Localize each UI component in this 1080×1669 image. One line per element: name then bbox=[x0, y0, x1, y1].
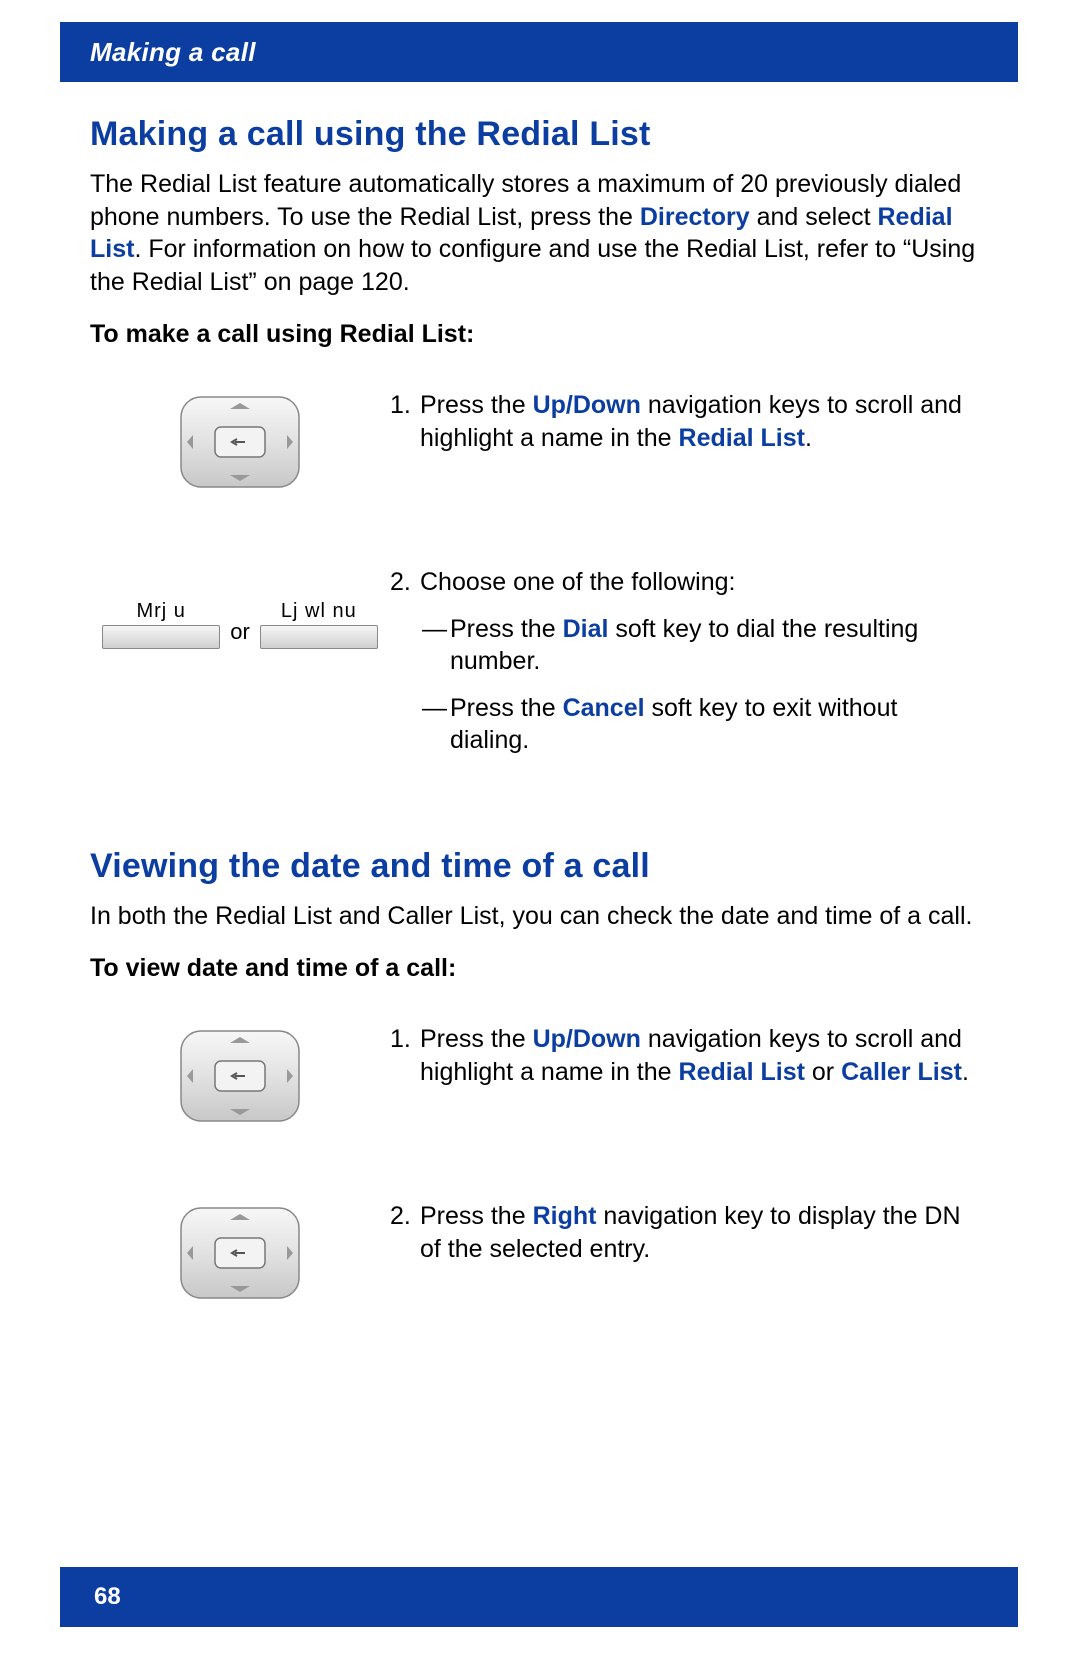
section-heading-redial: Making a call using the Redial List bbox=[90, 115, 985, 154]
page-number: 68 bbox=[94, 1583, 121, 1611]
step2-bullet2: —Press the Cancel soft key to exit witho… bbox=[390, 692, 985, 757]
softkey-right-label: Lj wl nu bbox=[281, 600, 357, 623]
page-content: Making a call using the Redial List The … bbox=[90, 115, 985, 1337]
section-heading-viewing: Viewing the date and time of a call bbox=[90, 847, 985, 886]
term-right: Right bbox=[533, 1202, 597, 1230]
section2-subhead: To view date and time of a call: bbox=[90, 954, 985, 983]
term-redial-list: Redial List bbox=[679, 424, 805, 452]
term-updown: Up/Down bbox=[533, 1025, 641, 1053]
softkey-right: Lj wl nu bbox=[260, 600, 378, 649]
step2-text: 2.Choose one of the following: —Press th… bbox=[390, 566, 985, 757]
link-directory: Directory bbox=[640, 203, 750, 231]
page-footer: 68 bbox=[60, 1567, 1018, 1627]
section1-step1: 1.Press the Up/Down navigation keys to s… bbox=[90, 389, 985, 491]
section2-step1: 1.Press the Up/Down navigation keys to s… bbox=[90, 1023, 985, 1125]
navigation-pad-icon bbox=[177, 393, 303, 491]
header-title: Making a call bbox=[90, 37, 256, 68]
softkey-icon-col: Mrj u or Lj wl nu bbox=[90, 566, 390, 649]
softkey-left: Mrj u bbox=[102, 600, 220, 649]
term-caller-list: Caller List bbox=[841, 1058, 962, 1086]
step1-text: 1.Press the Up/Down navigation keys to s… bbox=[390, 389, 985, 454]
navpad-icon-col bbox=[90, 389, 390, 491]
section2-intro: In both the Redial List and Caller List,… bbox=[90, 900, 985, 933]
section1-subhead: To make a call using Redial List: bbox=[90, 320, 985, 349]
section2-step2: 2.Press the Right navigation key to disp… bbox=[90, 1200, 985, 1302]
softkey-button-icon bbox=[260, 625, 378, 649]
softkey-button-icon bbox=[102, 625, 220, 649]
softkey-left-label: Mrj u bbox=[136, 600, 185, 623]
term-updown: Up/Down bbox=[533, 391, 641, 419]
term-redial-list: Redial List bbox=[679, 1058, 805, 1086]
softkey-pair-icon: Mrj u or Lj wl nu bbox=[102, 600, 378, 649]
or-text: or bbox=[230, 619, 250, 645]
term-dial: Dial bbox=[563, 615, 609, 643]
page-header: Making a call bbox=[60, 22, 1018, 82]
step2-bullet1: —Press the Dial soft key to dial the res… bbox=[390, 613, 985, 678]
section1-step2: Mrj u or Lj wl nu 2.Choose one of the fo… bbox=[90, 566, 985, 757]
navigation-pad-icon bbox=[177, 1204, 303, 1302]
section1-intro: The Redial List feature automatically st… bbox=[90, 168, 985, 298]
manual-page: Making a call Making a call using the Re… bbox=[0, 0, 1080, 1669]
navigation-pad-icon bbox=[177, 1027, 303, 1125]
term-cancel: Cancel bbox=[563, 694, 645, 722]
